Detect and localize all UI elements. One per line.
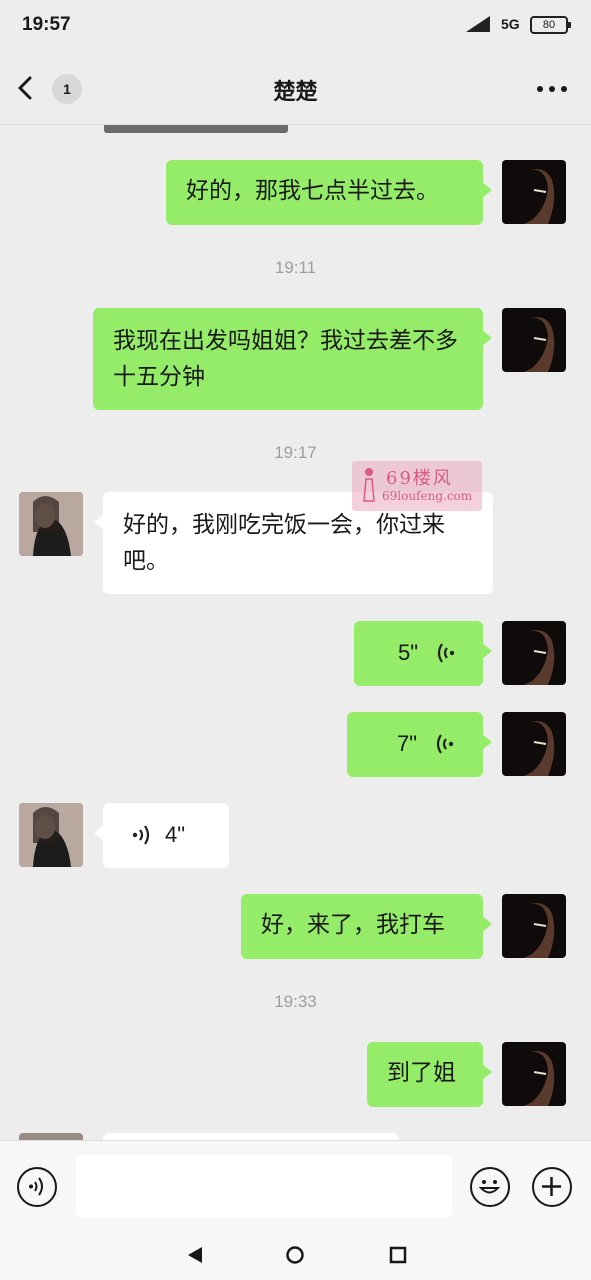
message-list[interactable]: 好的，那我七点半过去。 19:11 我现在出发吗姐姐？我过去差不多十五分钟 19… (0, 125, 591, 1140)
avatar-image (524, 630, 555, 685)
sent-message[interactable]: 到了姐 (367, 1042, 492, 1107)
voice-icon[interactable] (17, 1167, 57, 1207)
page-title: 楚楚 (273, 80, 318, 105)
timestamp: 19:33 (274, 992, 317, 1011)
avatar-image (524, 317, 555, 372)
contact-avatar[interactable] (19, 492, 83, 556)
avatar-image (19, 492, 83, 556)
contact-avatar[interactable] (19, 803, 83, 867)
voice-wave-icon (437, 643, 455, 663)
plus-glyph (542, 1177, 561, 1196)
avatar-image (524, 721, 555, 776)
avatar-image (19, 803, 83, 867)
contact-avatar-partial (19, 1133, 83, 1140)
chevron-left-icon[interactable] (12, 74, 40, 102)
chat-header: 1 楚楚 (0, 52, 591, 125)
sent-message[interactable]: 好的，那我七点半过去。 (166, 160, 492, 225)
my-avatar[interactable] (502, 621, 566, 685)
message-text: 好，来了，我打车 (261, 912, 445, 938)
voice-toggle-glyph (29, 1177, 43, 1196)
watermark: 69楼风 69loufeng.com (352, 461, 482, 511)
message-text: 好的，那我七点半过去。 (186, 178, 439, 204)
voice-wave-icon (436, 734, 454, 754)
unread-badge[interactable]: 1 (52, 74, 82, 104)
timestamp: 19:11 (274, 258, 317, 277)
status-bar: 19:57 5G 80 (0, 0, 591, 52)
network-type: 5G (501, 16, 520, 32)
battery-icon: 80 (530, 16, 571, 34)
status-time: 19:57 (22, 14, 71, 35)
timestamp: 19:17 (274, 443, 317, 462)
more-dots-icon[interactable] (534, 78, 570, 100)
emoji-face-glyph (478, 1180, 501, 1194)
image-message-partial[interactable] (104, 125, 288, 133)
voice-wave-icon (132, 825, 150, 845)
received-message-partial (103, 1133, 399, 1140)
voice-duration: 7" (397, 731, 418, 756)
my-avatar[interactable] (502, 160, 566, 224)
sent-message[interactable]: 我现在出发吗姐姐？我过去差不多十五分钟 (93, 308, 492, 410)
message-text: 我现在出发吗姐姐？我过去差不多十五分钟 (113, 328, 458, 390)
sent-voice-message[interactable]: 5" (354, 621, 492, 686)
watermark-url: 69loufeng.com (382, 489, 473, 503)
received-voice-message[interactable]: 4" (94, 803, 229, 868)
input-bar (0, 1140, 591, 1233)
message-text: 到了姐 (387, 1060, 456, 1086)
signal-icon (466, 16, 490, 32)
figure-icon (363, 468, 375, 502)
message-input[interactable] (76, 1155, 452, 1217)
my-avatar[interactable] (502, 1042, 566, 1106)
voice-duration: 4" (165, 822, 186, 847)
sent-message[interactable]: 好，来了，我打车 (241, 894, 492, 959)
sent-voice-message[interactable]: 7" (347, 712, 492, 777)
my-avatar[interactable] (502, 894, 566, 958)
message-text: 好的，我刚吃完饭一会，你过来吧。 (123, 512, 445, 574)
watermark-title: 69楼风 (386, 468, 453, 489)
my-avatar[interactable] (502, 712, 566, 776)
avatar-image (524, 1051, 555, 1106)
circle-home-icon[interactable] (284, 1244, 306, 1266)
triangle-back-icon[interactable] (184, 1244, 206, 1266)
square-recents-icon[interactable] (387, 1244, 409, 1266)
emoji-icon[interactable] (470, 1167, 510, 1207)
avatar-image (524, 903, 555, 958)
avatar-image (524, 169, 555, 224)
plus-icon[interactable] (532, 1167, 572, 1207)
my-avatar[interactable] (502, 308, 566, 372)
system-nav-bar (0, 1232, 591, 1280)
voice-duration: 5" (398, 640, 419, 665)
